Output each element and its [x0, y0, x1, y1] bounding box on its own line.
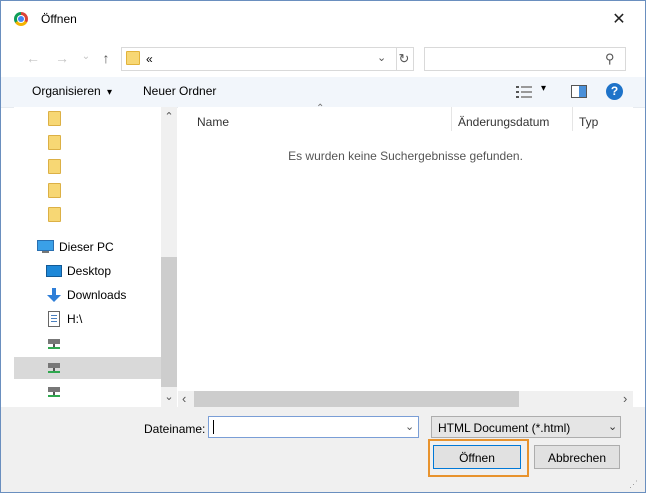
search-input[interactable]: ⚲	[424, 47, 626, 71]
chevron-down-icon: ⌄	[608, 421, 618, 433]
filename-history-dropdown-icon[interactable]: ⌄	[405, 420, 414, 433]
file-type-value: HTML Document (*.html)	[438, 421, 571, 435]
folder-icon	[48, 207, 61, 222]
filename-input[interactable]: ⌄	[208, 416, 419, 438]
sort-arrow-icon: ⌃	[316, 103, 325, 114]
tree-item-label: Downloads	[67, 288, 127, 302]
scroll-left-icon[interactable]: ‹	[182, 391, 186, 406]
view-options-icon[interactable]	[516, 85, 532, 99]
scroll-up-icon[interactable]: ⌃	[161, 110, 177, 123]
help-icon[interactable]: ?	[606, 83, 623, 100]
navigation-pane: Dieser PC Desktop Downloads H:\	[14, 107, 162, 407]
tree-item-folder[interactable]	[14, 155, 162, 177]
filename-label: Dateiname:	[144, 422, 206, 436]
tree-item-desktop[interactable]: Desktop	[14, 260, 162, 282]
tree-item-drive-h[interactable]: H:\	[14, 308, 162, 330]
close-button[interactable]: ✕	[607, 9, 631, 31]
folder-icon	[48, 159, 61, 174]
tree-item-this-pc[interactable]: Dieser PC	[14, 236, 162, 258]
tree-item-folder[interactable]	[14, 131, 162, 153]
window-title: Öffnen	[41, 12, 77, 26]
network-drive-icon	[48, 387, 60, 397]
column-header-type[interactable]: Typ	[579, 115, 598, 129]
organize-button[interactable]: Organisieren ▾	[32, 84, 112, 98]
chrome-icon	[14, 12, 28, 26]
tree-item-folder[interactable]	[14, 107, 162, 129]
network-drive-icon	[48, 363, 60, 373]
chevron-down-icon: ▾	[107, 87, 113, 98]
column-divider[interactable]	[451, 107, 452, 131]
column-header-name[interactable]: Name	[197, 115, 229, 129]
organize-label: Organisieren	[32, 84, 101, 98]
folder-icon	[48, 183, 61, 198]
column-divider[interactable]	[572, 107, 573, 131]
file-list: ⌃ Name Änderungsdatum Typ Es wurden kein…	[178, 103, 633, 391]
folder-icon	[48, 135, 61, 150]
column-header-modified[interactable]: Änderungsdatum	[458, 115, 549, 129]
folder-icon	[48, 111, 61, 126]
scroll-right-icon[interactable]: ›	[623, 391, 627, 406]
document-drive-icon	[48, 311, 60, 327]
resize-grip-icon[interactable]: ⋰	[629, 479, 639, 489]
new-folder-button[interactable]: Neuer Ordner	[143, 84, 216, 98]
back-button[interactable]: ←	[24, 49, 42, 67]
file-type-select[interactable]: HTML Document (*.html) ⌄	[431, 416, 621, 438]
tree-item-label: Desktop	[67, 264, 112, 278]
preview-pane-icon[interactable]	[571, 85, 587, 98]
tree-item-downloads[interactable]: Downloads	[14, 284, 162, 306]
computer-icon	[37, 240, 54, 253]
forward-button[interactable]: →	[53, 49, 71, 67]
empty-results-message: Es wurden keine Suchergebnisse gefunden.	[288, 149, 523, 163]
scroll-down-icon[interactable]: ⌄	[161, 390, 177, 403]
scrollbar-thumb[interactable]	[194, 391, 519, 407]
sidebar-scrollbar[interactable]: ⌃ ⌄	[161, 107, 177, 407]
open-file-dialog: Öffnen ✕ ← → ⌄ ↑ « ⌄ ↻ ⚲ Organisieren ▾ …	[0, 0, 646, 493]
tree-item-network-drive[interactable]	[14, 333, 162, 355]
title-bar: Öffnen ✕	[1, 1, 645, 41]
text-caret	[213, 420, 214, 434]
dialog-footer: Dateiname: ⌄ HTML Document (*.html) ⌄ Öf…	[1, 407, 645, 492]
breadcrumb-overflow[interactable]: «	[146, 52, 153, 66]
network-drive-icon	[48, 339, 60, 349]
refresh-button[interactable]: ↻	[395, 47, 414, 71]
tree-item-label: Dieser PC	[59, 240, 114, 254]
tree-item-folder[interactable]	[14, 179, 162, 201]
address-bar[interactable]: « ⌄	[121, 47, 397, 71]
download-arrow-icon	[47, 288, 61, 302]
view-dropdown-icon[interactable]: ▾	[541, 83, 546, 94]
cancel-button[interactable]: Abbrechen	[534, 445, 620, 469]
file-list-horizontal-scrollbar[interactable]: ‹ ›	[178, 391, 633, 407]
open-button[interactable]: Öffnen	[433, 445, 521, 469]
desktop-icon	[46, 265, 62, 277]
tree-item-network-drive[interactable]	[14, 357, 162, 379]
address-dropdown-icon[interactable]: ⌄	[377, 51, 386, 64]
folder-icon	[126, 51, 140, 65]
search-icon: ⚲	[605, 51, 615, 66]
up-button[interactable]: ↑	[97, 49, 115, 67]
recent-locations-dropdown[interactable]: ⌄	[77, 48, 95, 66]
scrollbar-thumb[interactable]	[161, 257, 177, 387]
tree-item-folder[interactable]	[14, 203, 162, 225]
tree-item-label: H:\	[67, 312, 83, 326]
tree-item-network-drive[interactable]	[14, 381, 162, 403]
